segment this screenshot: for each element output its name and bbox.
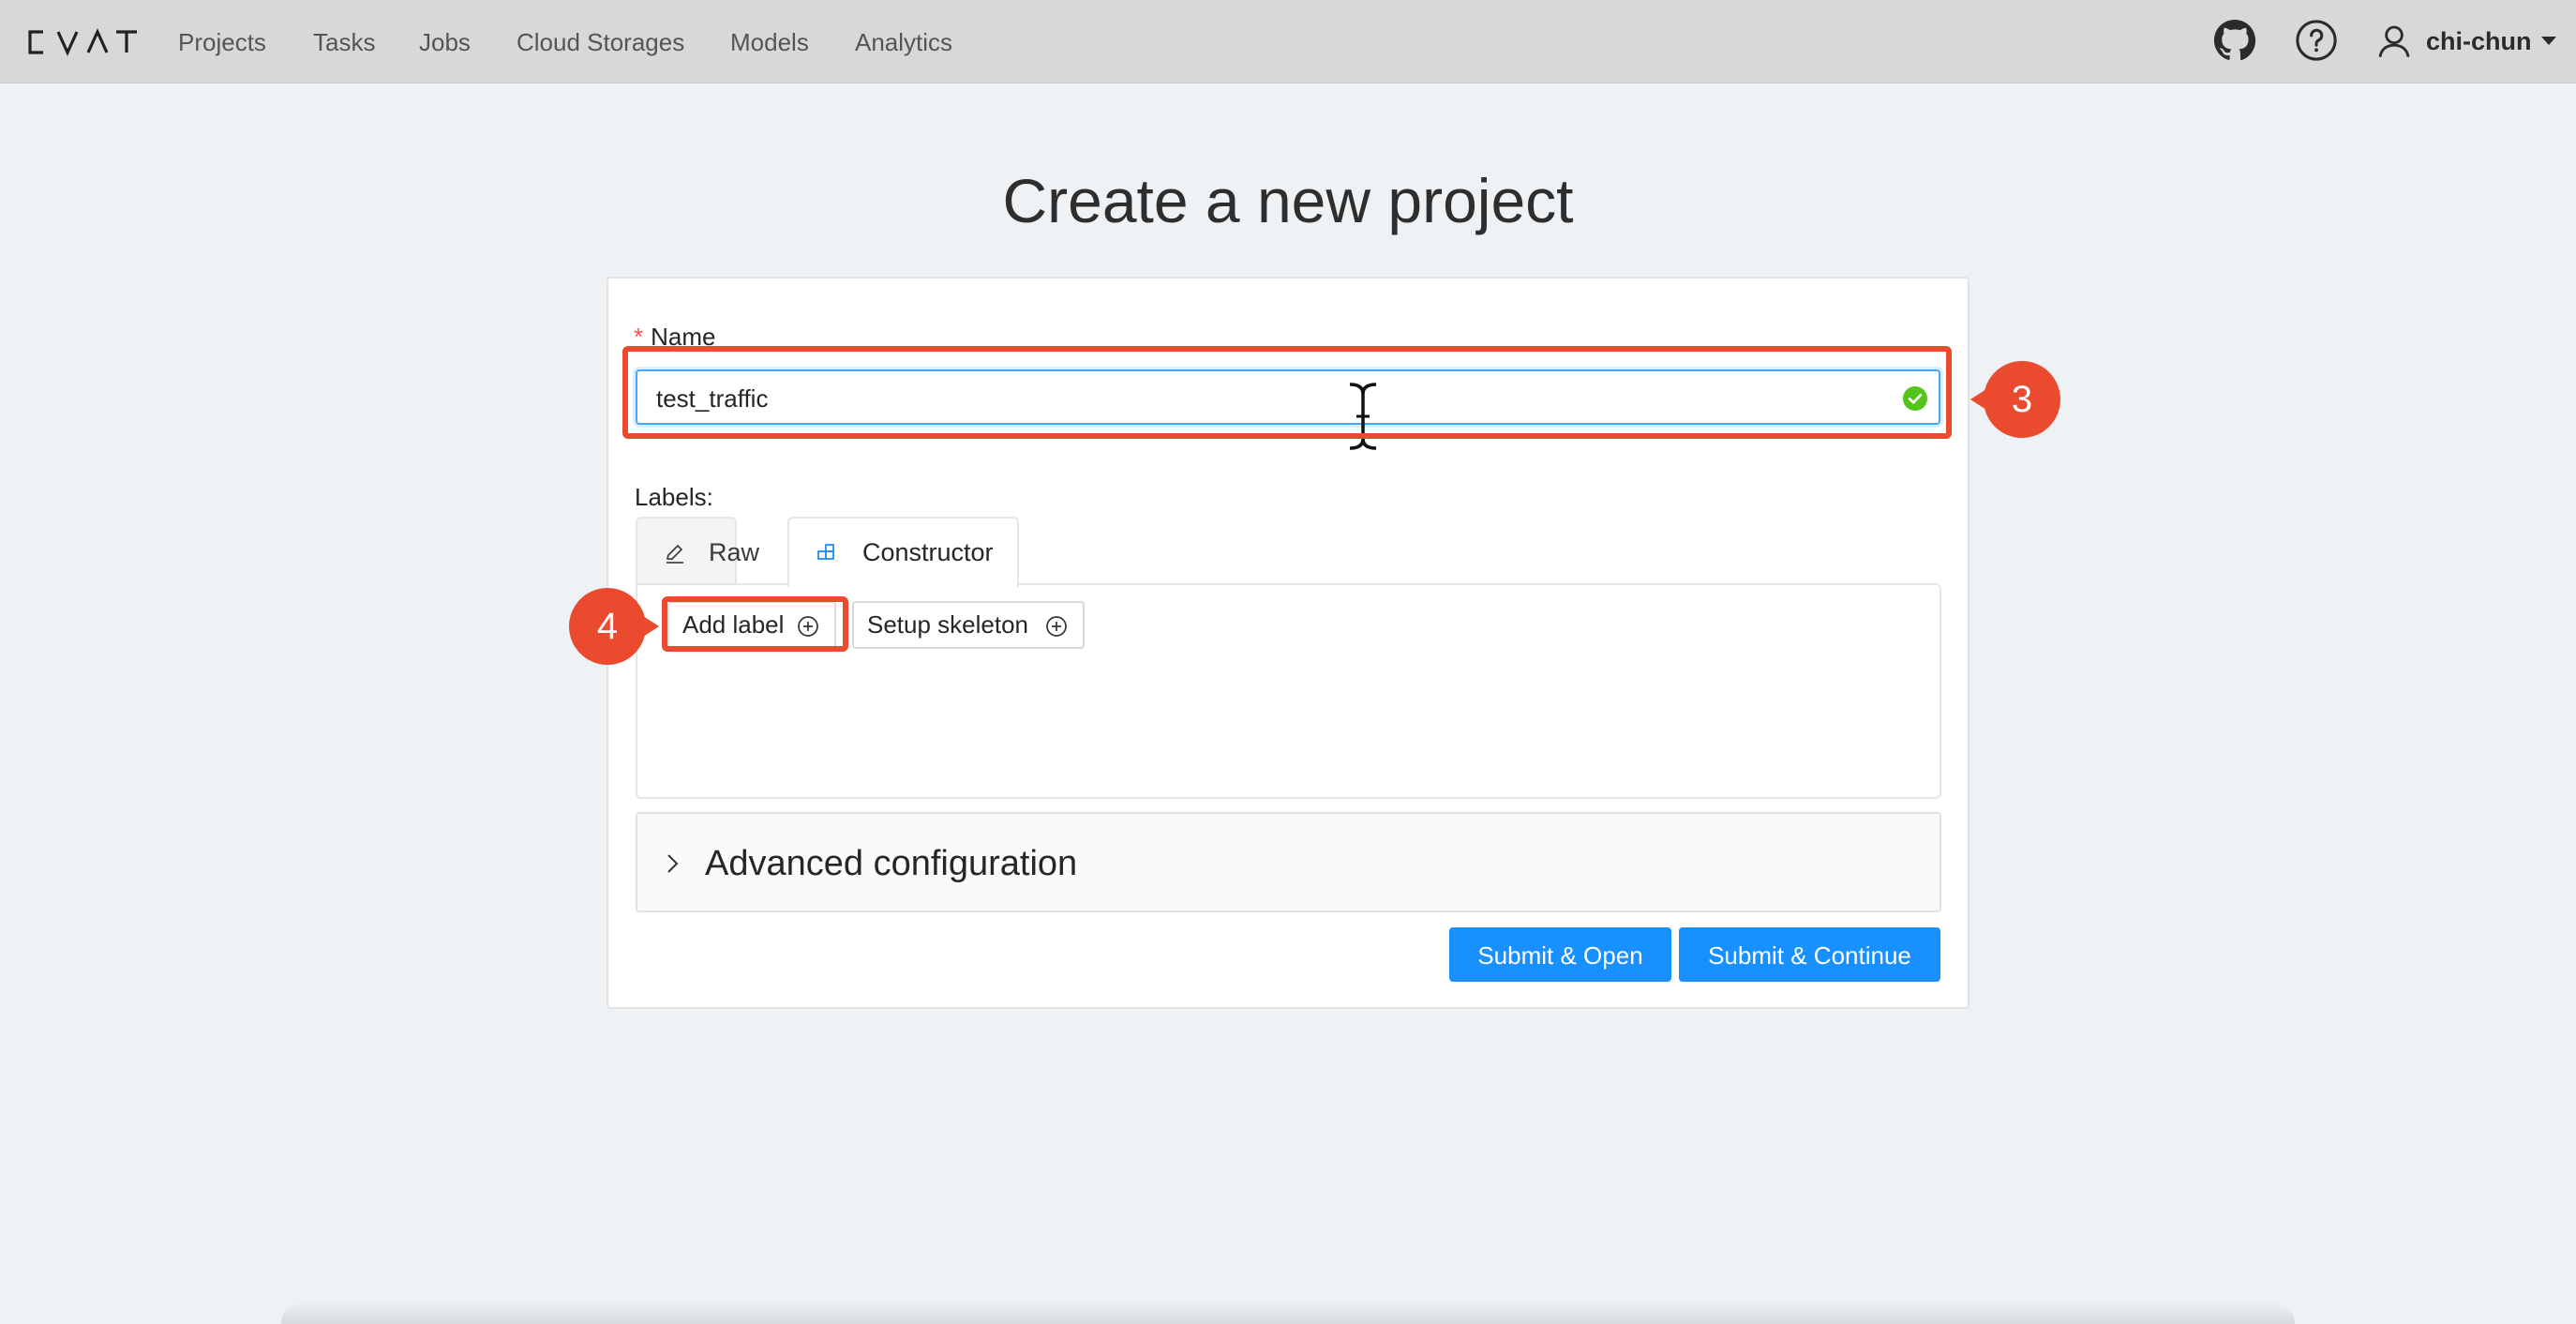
- user-name[interactable]: chi-chun: [2426, 24, 2532, 58]
- text-cursor-icon: [1349, 383, 1377, 450]
- plus-circle-icon: [1046, 616, 1067, 637]
- project-name-input[interactable]: test_traffic: [636, 369, 1940, 425]
- nav-tasks[interactable]: Tasks: [313, 26, 375, 58]
- edit-icon: [666, 545, 683, 564]
- nav-analytics[interactable]: Analytics: [855, 26, 952, 58]
- nav-cloud-storages[interactable]: Cloud Storages: [517, 26, 684, 58]
- top-navigation-bar: Projects Tasks Jobs Cloud Storages Model…: [0, 0, 2576, 83]
- add-label-button[interactable]: Add label: [667, 601, 836, 649]
- project-name-value[interactable]: test_traffic: [656, 384, 768, 414]
- advanced-configuration-label: Advanced configuration: [705, 844, 1078, 883]
- nav-jobs[interactable]: Jobs: [419, 26, 471, 58]
- page-title: Create a new project: [1002, 166, 1574, 235]
- tab-raw[interactable]: Raw: [636, 517, 759, 585]
- setup-skeleton-text: Setup skeleton: [867, 610, 1029, 639]
- submit-and-continue-button[interactable]: Submit & Continue: [1679, 927, 1940, 982]
- name-field-label: * Name: [634, 321, 715, 353]
- plus-circle-icon: [798, 616, 818, 637]
- tab-constructor-label: Constructor: [862, 538, 994, 566]
- step-number: 3: [2011, 379, 2033, 420]
- tab-constructor[interactable]: Constructor: [787, 517, 1019, 587]
- help-icon[interactable]: [2295, 19, 2338, 62]
- step-marker-3: 3: [1970, 361, 2060, 438]
- tab-raw-label: Raw: [709, 538, 760, 566]
- step-number: 4: [596, 606, 619, 647]
- caret-down-icon[interactable]: [2540, 36, 2557, 47]
- chevron-right-icon: [667, 854, 679, 873]
- setup-skeleton-button[interactable]: Setup skeleton: [852, 601, 1085, 649]
- cvat-logo[interactable]: [26, 28, 137, 56]
- advanced-configuration-panel[interactable]: Advanced configuration: [636, 812, 1941, 912]
- check-circle-icon: [1903, 386, 1927, 411]
- required-mark: *: [634, 323, 644, 351]
- window-bottom-shadow: [281, 1301, 2295, 1324]
- build-icon: [817, 544, 834, 560]
- nav-projects[interactable]: Projects: [178, 26, 266, 58]
- nav-models[interactable]: Models: [730, 26, 809, 58]
- submit-and-open-button[interactable]: Submit & Open: [1449, 927, 1671, 982]
- labels-caption: Labels:: [635, 483, 713, 511]
- add-label-text: Add label: [682, 610, 785, 639]
- github-icon[interactable]: [2213, 19, 2256, 62]
- step-marker-4: 4: [569, 588, 659, 665]
- name-label-text: Name: [651, 323, 716, 351]
- user-icon[interactable]: [2375, 23, 2413, 60]
